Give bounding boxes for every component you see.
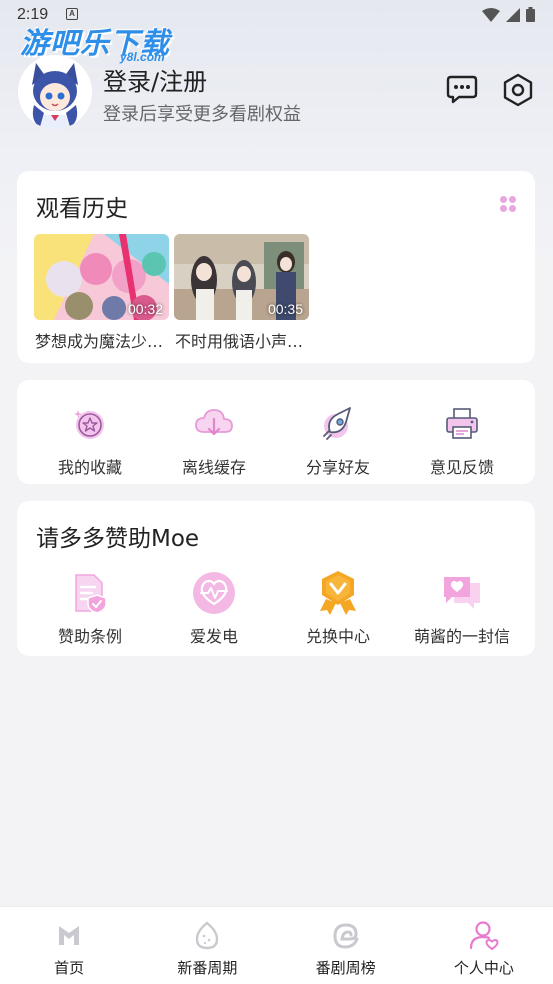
share-friends-button[interactable]: 分享好友 bbox=[276, 402, 400, 478]
nav-profile[interactable]: 个人中心 bbox=[415, 907, 553, 984]
redeem-center-button[interactable]: 兑换中心 bbox=[276, 571, 400, 647]
signal-icon bbox=[506, 7, 520, 22]
nav-new-season-label: 新番周期 bbox=[177, 959, 238, 977]
nav-home-label: 首页 bbox=[54, 959, 85, 977]
favorites-button[interactable]: 我的收藏 bbox=[28, 402, 152, 478]
person-heart-icon bbox=[469, 921, 499, 951]
status-a-badge: A bbox=[66, 8, 78, 20]
favorites-label: 我的收藏 bbox=[57, 458, 122, 477]
profile-page: 2:19 A 游吧乐下载 y8l.com 登录/注册 登录后享受更多看剧权益 观… bbox=[0, 0, 553, 984]
settings-button[interactable] bbox=[500, 72, 536, 108]
heart-pulse-icon bbox=[193, 572, 235, 614]
moe-letter-label: 萌酱的一封信 bbox=[413, 627, 510, 646]
sponsor-title: 请多多赞助Moe bbox=[36, 526, 200, 552]
offline-cache-label: 离线缓存 bbox=[181, 458, 246, 477]
history-thumbnail[interactable]: 00:35 bbox=[174, 234, 309, 320]
nav-new-season[interactable]: 新番周期 bbox=[138, 907, 276, 984]
sponsor-terms-button[interactable]: 赞助条例 bbox=[28, 571, 152, 647]
history-progress-time: 00:35 bbox=[267, 301, 303, 317]
nav-weekly-rank-label: 番剧周榜 bbox=[315, 959, 376, 977]
feedback-button[interactable]: 意见反馈 bbox=[400, 402, 524, 478]
login-hint: 登录后享受更多看剧权益 bbox=[103, 104, 301, 125]
history-more-button[interactable] bbox=[499, 195, 517, 213]
sponsor-grid: 赞助条例 爱发电 兑换中心 萌酱的一封信 bbox=[28, 571, 546, 647]
chat-bubble-icon bbox=[446, 75, 478, 104]
offline-cache-button[interactable]: 离线缓存 bbox=[152, 402, 276, 478]
tools-card: 我的收藏 离线缓存 分享好友 意见反馈 bbox=[17, 380, 535, 484]
sponsor-card: 请多多赞助Moe 赞助条例 爱发电 兑换中心 萌酱的一封信 bbox=[17, 501, 535, 656]
login-register-link[interactable]: 登录/注册 bbox=[103, 62, 207, 97]
nav-home[interactable]: 首页 bbox=[0, 907, 138, 984]
feedback-label: 意见反馈 bbox=[429, 458, 494, 477]
document-shield-icon bbox=[75, 574, 107, 614]
avatar[interactable] bbox=[18, 55, 92, 129]
watch-history-card: 观看历史 00:32 00:35 梦想成为魔法少… 不时用俄语小声… bbox=[17, 171, 535, 363]
home-m-icon bbox=[59, 926, 80, 945]
moe-letter-button[interactable]: 萌酱的一封信 bbox=[400, 571, 524, 647]
egg-icon bbox=[196, 921, 219, 950]
bottom-navigation: 首页 新番周期 番剧周榜 个人中心 bbox=[0, 906, 553, 984]
history-thumbnail[interactable]: 00:32 bbox=[34, 234, 169, 320]
cloud-download-icon bbox=[195, 409, 233, 436]
share-friends-label: 分享好友 bbox=[305, 458, 370, 477]
sponsor-terms-label: 赞助条例 bbox=[57, 627, 122, 646]
history-title: 观看历史 bbox=[36, 196, 128, 222]
nav-profile-label: 个人中心 bbox=[453, 959, 514, 977]
share-rocket-icon bbox=[323, 407, 351, 440]
chat-heart-icon bbox=[444, 577, 480, 609]
grid-dots-icon bbox=[500, 196, 516, 212]
message-button[interactable] bbox=[445, 72, 479, 106]
history-item-title[interactable]: 梦想成为魔法少… bbox=[35, 328, 175, 352]
battery-icon bbox=[526, 7, 535, 22]
redeem-center-label: 兑换中心 bbox=[305, 627, 370, 646]
nav-weekly-rank[interactable]: 番剧周榜 bbox=[277, 907, 415, 984]
wifi-icon bbox=[482, 7, 500, 22]
afdian-button[interactable]: 爱发电 bbox=[152, 571, 276, 647]
watermark-logo: 游吧乐下载 y8l.com bbox=[20, 20, 170, 64]
avatar-illustration bbox=[18, 55, 92, 129]
gear-icon bbox=[503, 73, 533, 107]
status-icons bbox=[482, 7, 535, 22]
medal-icon bbox=[320, 571, 356, 615]
history-item-title[interactable]: 不时用俄语小声… bbox=[175, 328, 315, 352]
afdian-label: 爱发电 bbox=[189, 627, 238, 646]
swirl-e-icon bbox=[333, 923, 359, 949]
tools-grid: 我的收藏 离线缓存 分享好友 意见反馈 bbox=[28, 402, 546, 478]
history-progress-time: 00:32 bbox=[127, 301, 163, 317]
feedback-printer-icon bbox=[446, 408, 478, 439]
star-badge-icon bbox=[74, 410, 104, 439]
